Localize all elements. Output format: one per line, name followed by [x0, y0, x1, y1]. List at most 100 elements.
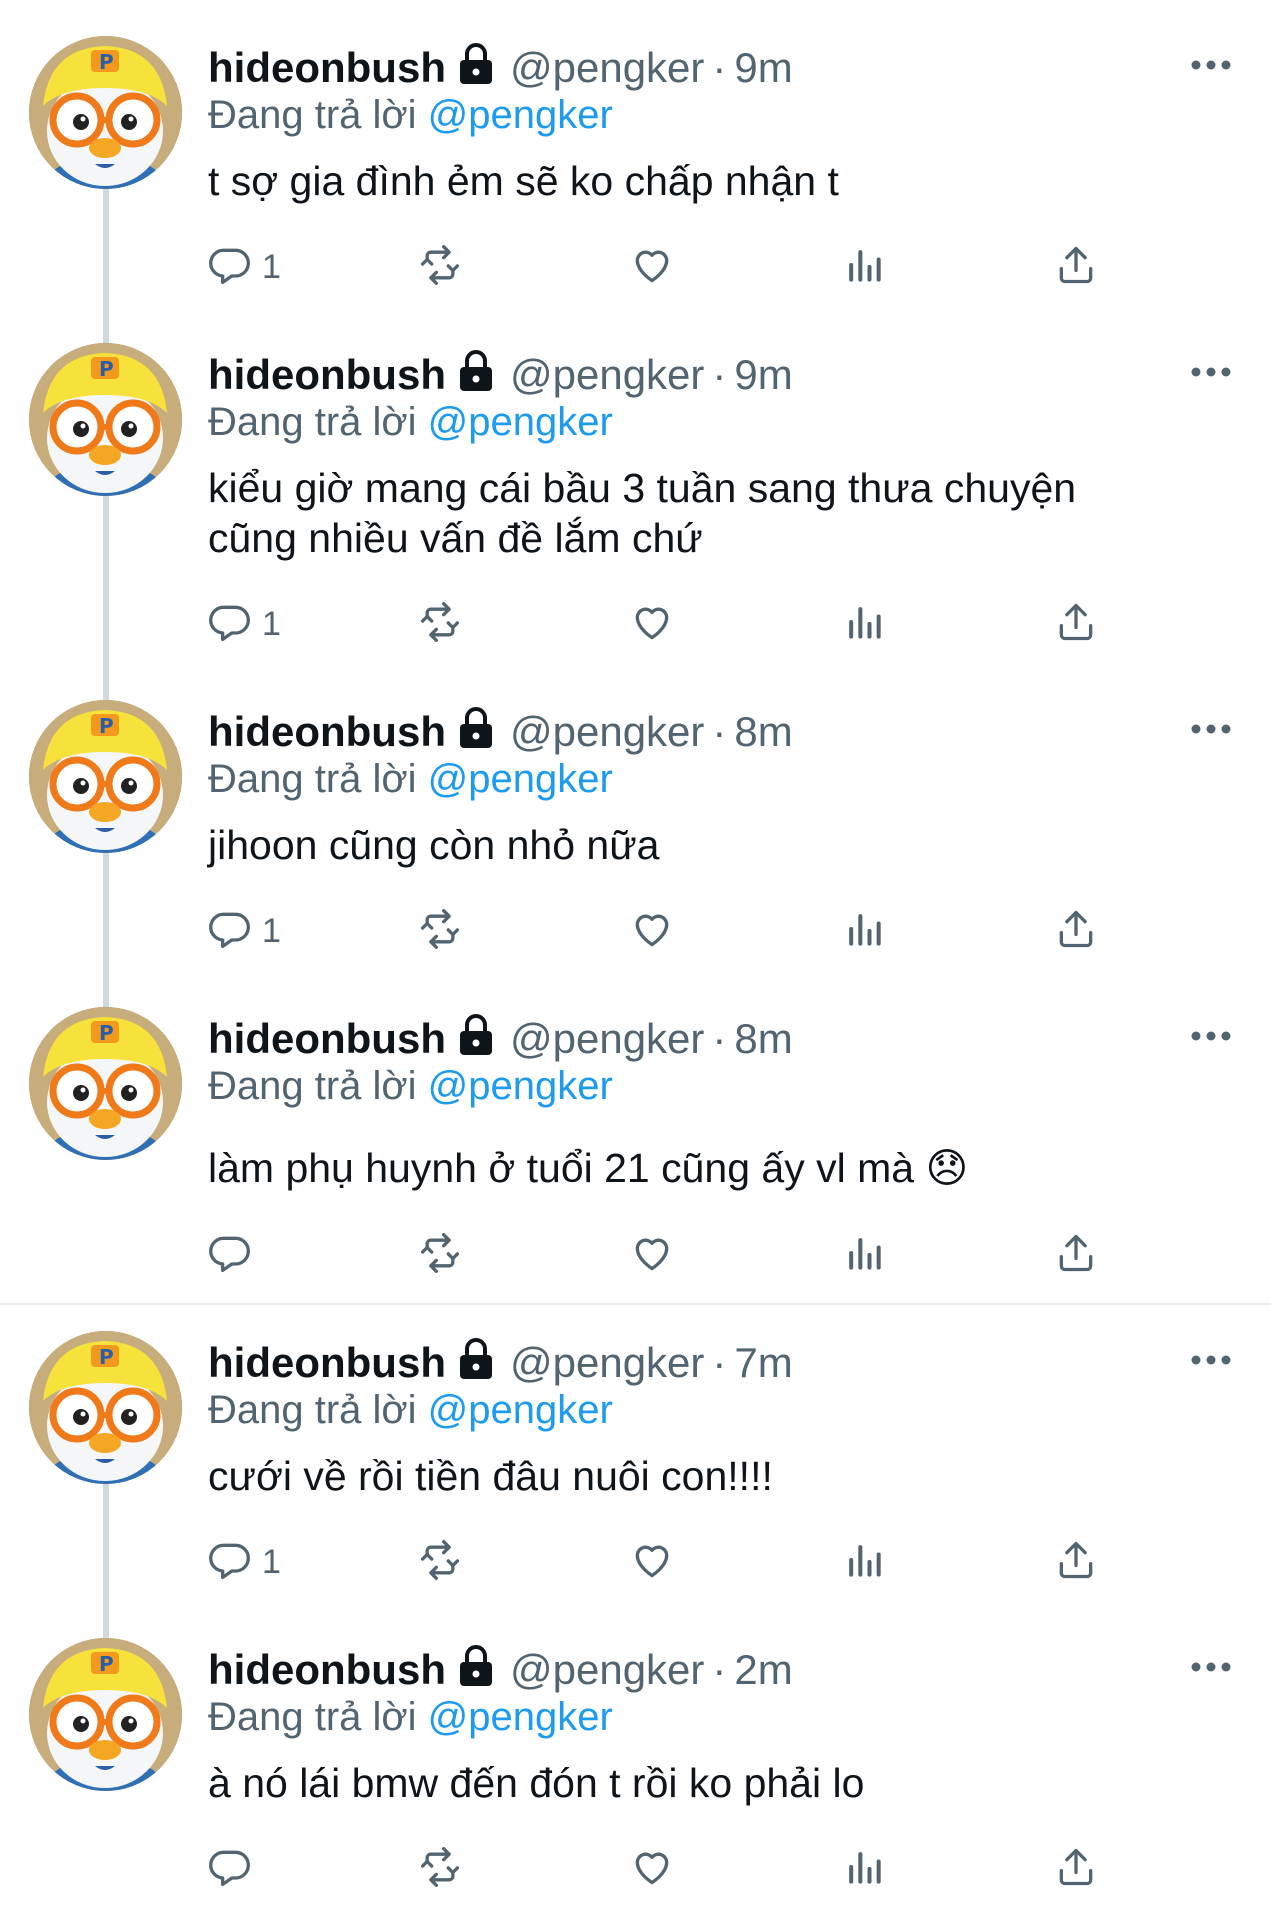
more-icon[interactable] [1190, 58, 1232, 70]
more-icon[interactable] [1190, 722, 1232, 734]
replying-prefix: Đang trả lời [208, 400, 417, 444]
more-icon[interactable] [1190, 1353, 1232, 1365]
tweet-header: hideonbush @pengker · 9m [208, 349, 793, 399]
display-name[interactable]: hideonbush [208, 1015, 446, 1062]
avatar[interactable]: P [29, 700, 182, 853]
share-icon [1054, 1231, 1098, 1280]
mention-link[interactable]: @pengker [428, 1695, 613, 1739]
lock-icon [456, 1337, 496, 1381]
views-button[interactable] [842, 906, 886, 956]
reply-icon [208, 1538, 252, 1587]
tweet[interactable]: P hideonbush @pengker · 9m Đang trả lời @pe… [0, 36, 1271, 379]
share-button[interactable] [1054, 242, 1098, 292]
display-name[interactable]: hideonbush [208, 1646, 446, 1693]
mention-link[interactable]: @pengker [428, 93, 613, 137]
display-name[interactable]: hideonbush [208, 708, 446, 755]
timestamp[interactable]: 9m [734, 351, 792, 398]
replying-to: Đang trả lời @pengker [208, 1385, 613, 1435]
reply-count: 1 [262, 1542, 281, 1581]
lock-icon [456, 1013, 496, 1057]
display-name[interactable]: hideonbush [208, 1339, 446, 1386]
share-button[interactable] [1054, 906, 1098, 956]
like-button[interactable] [630, 242, 674, 292]
retweet-button[interactable] [418, 906, 462, 956]
action-bar [208, 1844, 1108, 1894]
views-button[interactable] [842, 599, 886, 649]
mention-link[interactable]: @pengker [428, 400, 613, 444]
retweet-button[interactable] [418, 1537, 462, 1587]
user-handle[interactable]: @pengker [510, 708, 704, 755]
more-icon[interactable] [1190, 1660, 1232, 1672]
like-button[interactable] [630, 599, 674, 649]
replying-to: Đang trả lời @pengker [208, 397, 613, 447]
tweet[interactable]: P hideonbush @pengker · 7m Đang trả lời @pe… [0, 1331, 1271, 1644]
like-button[interactable] [630, 1844, 674, 1894]
retweet-icon [418, 1538, 462, 1587]
retweet-button[interactable] [418, 599, 462, 649]
thread-divider [0, 1303, 1271, 1305]
avatar[interactable]: P [29, 1331, 182, 1484]
lock-icon [456, 42, 496, 86]
views-button[interactable] [842, 1537, 886, 1587]
user-handle[interactable]: @pengker [510, 44, 704, 91]
reply-button[interactable]: 1 [208, 242, 281, 292]
share-button[interactable] [1054, 1230, 1098, 1280]
avatar[interactable]: P [29, 343, 182, 496]
share-button[interactable] [1054, 599, 1098, 649]
display-name[interactable]: hideonbush [208, 351, 446, 398]
like-button[interactable] [630, 1537, 674, 1587]
analytics-icon [842, 907, 886, 956]
retweet-button[interactable] [418, 1844, 462, 1894]
thread-line [103, 496, 109, 701]
views-button[interactable] [842, 1230, 886, 1280]
retweet-button[interactable] [418, 1230, 462, 1280]
tweet[interactable]: P hideonbush @pengker · 9m Đang trả lời @pe… [0, 343, 1271, 701]
action-bar: 1 [208, 1537, 1108, 1587]
mention-link[interactable]: @pengker [428, 1064, 613, 1108]
display-name[interactable]: hideonbush [208, 44, 446, 91]
reply-button[interactable]: 1 [208, 599, 281, 649]
tweet[interactable]: P hideonbush @pengker · 2m Đang trả lời @pe… [0, 1638, 1271, 1908]
tweet-text: cưới về rồi tiền đâu nuôi con!!!! [208, 1453, 773, 1499]
retweet-icon [418, 243, 462, 292]
action-bar: 1 [208, 242, 1108, 292]
more-icon[interactable] [1190, 1029, 1232, 1041]
share-button[interactable] [1054, 1537, 1098, 1587]
mention-link[interactable]: @pengker [428, 1388, 613, 1432]
reply-count: 1 [262, 604, 281, 643]
tweet[interactable]: P hideonbush @pengker · 8m Đang trả lời @pe… [0, 1007, 1271, 1297]
timestamp[interactable]: 2m [734, 1646, 792, 1693]
reply-button[interactable] [208, 1230, 262, 1280]
more-icon[interactable] [1190, 365, 1232, 377]
lock-icon [456, 1644, 496, 1688]
retweet-button[interactable] [418, 242, 462, 292]
views-button[interactable] [842, 242, 886, 292]
heart-icon [630, 600, 674, 649]
like-button[interactable] [630, 1230, 674, 1280]
action-bar [208, 1230, 1108, 1280]
analytics-icon [842, 600, 886, 649]
timestamp[interactable]: 9m [734, 44, 792, 91]
reply-button[interactable]: 1 [208, 906, 281, 956]
avatar[interactable]: P [29, 1638, 182, 1791]
avatar[interactable]: P [29, 36, 182, 189]
mention-link[interactable]: @pengker [428, 757, 613, 801]
timestamp[interactable]: 7m [734, 1339, 792, 1386]
user-handle[interactable]: @pengker [510, 1339, 704, 1386]
tweet[interactable]: P hideonbush @pengker · 8m Đang trả lời @pe… [0, 700, 1271, 1011]
heart-icon [630, 243, 674, 292]
share-icon [1054, 907, 1098, 956]
lock-icon [456, 706, 496, 750]
timestamp[interactable]: 8m [734, 1015, 792, 1062]
reply-button[interactable] [208, 1844, 262, 1894]
views-button[interactable] [842, 1844, 886, 1894]
timestamp[interactable]: 8m [734, 708, 792, 755]
avatar[interactable]: P [29, 1007, 182, 1160]
share-button[interactable] [1054, 1844, 1098, 1894]
user-handle[interactable]: @pengker [510, 351, 704, 398]
reply-button[interactable]: 1 [208, 1537, 281, 1587]
user-handle[interactable]: @pengker [510, 1646, 704, 1693]
svg-text:P: P [99, 1652, 114, 1676]
user-handle[interactable]: @pengker [510, 1015, 704, 1062]
like-button[interactable] [630, 906, 674, 956]
